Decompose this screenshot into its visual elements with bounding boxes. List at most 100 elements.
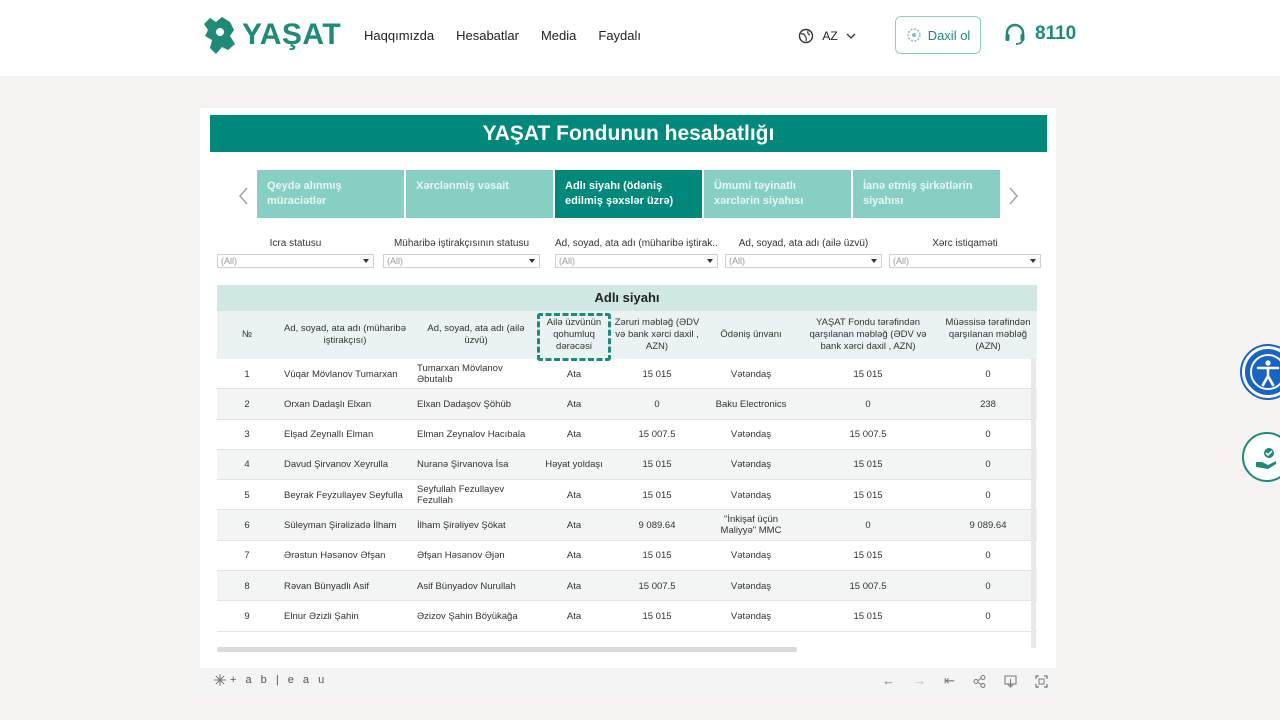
nav-item-media[interactable]: Media	[541, 28, 576, 43]
cell-payment-address: Vətəndaş	[730, 368, 772, 380]
revert-icon[interactable]: ⇤	[944, 673, 955, 689]
hotline-number: 8110	[1035, 23, 1077, 44]
asan-login-icon	[906, 28, 921, 42]
cell-veteran-name: Ərəstun Həsənov Əfşan	[284, 550, 386, 562]
filter-label: Xərc istiqaməti	[932, 238, 998, 249]
table-title: Adlı siyahı	[217, 285, 1037, 311]
filter-veteran-name: Ad, soyad, ata adı (müharibə iştirak... …	[555, 238, 718, 268]
accessibility-button[interactable]	[1242, 346, 1280, 398]
filter-dropdown[interactable]: (All)	[383, 254, 540, 268]
redo-icon[interactable]: →	[913, 673, 926, 689]
cell-company-amount: 0	[985, 489, 991, 501]
nav-item-useful[interactable]: Faydalı	[598, 28, 641, 43]
column-header-company-amount[interactable]: Müəssisə tərəfindən qarşılanan məbləğ (A…	[939, 311, 1037, 359]
tab-general-expenses[interactable]: Ümumi təyinatlı xərclərin siyahısı	[704, 170, 851, 218]
cell-number: 5	[244, 489, 250, 501]
cell-family-member-name: Tumarxan Mövlanov Əbutalıb	[417, 363, 503, 385]
language-selector[interactable]: AZ	[788, 20, 866, 52]
table-row[interactable]: 7 Ərəstun Həsənov Əfşan Əfşan Həsənov Əjən…	[217, 541, 1037, 572]
tableau-logo[interactable]: + a b | e a u	[214, 674, 327, 686]
cell-required-amount: 15 015	[642, 550, 672, 562]
tab-named-list[interactable]: Adlı siyahı (ödəniş edilmiş şəxslər üzrə…	[555, 170, 702, 218]
table-row[interactable]: 9 Elnur Əzizli Şahin Əzizov Şahin Böyükağa…	[217, 601, 1037, 632]
filter-dropdown[interactable]: (All)	[725, 254, 882, 268]
filter-dropdown[interactable]: (All)	[217, 254, 374, 268]
nav-item-about[interactable]: Haqqımızda	[364, 28, 434, 43]
helping-hand-icon	[1256, 448, 1276, 469]
table-row[interactable]: 8 Rəvan Bünyadlı Asif Asif Bünyadov Nurull…	[217, 571, 1037, 602]
filter-dropdown[interactable]: (All)	[555, 254, 718, 268]
cell-company-amount: 0	[985, 368, 991, 380]
cell-payment-address: Vətəndaş	[730, 429, 772, 441]
cell-fund-amount: 15 007.5	[849, 580, 887, 592]
cell-fund-amount: 15 015	[853, 550, 883, 562]
tabs-prev-arrow-icon[interactable]	[237, 186, 251, 206]
cell-number: 7	[244, 550, 250, 562]
report-tabs: Qeydə alınmış müraciətlər Xərclənmiş vəs…	[257, 170, 1000, 218]
support-chat-button[interactable]	[1242, 432, 1280, 482]
cell-fund-amount: 15 015	[853, 368, 883, 380]
login-label: Daxil ol	[927, 27, 971, 43]
cell-required-amount: 0	[654, 398, 660, 410]
cell-number: 2	[244, 398, 250, 410]
tab-registered-appeals[interactable]: Qeydə alınmış müraciətlər	[257, 170, 404, 218]
cell-relation: Həyat yoldaşı	[545, 459, 603, 471]
filter-label: Ad, soyad, ata adı (ailə üzvü)	[738, 238, 869, 249]
column-header-veteran-name[interactable]: Ad, soyad, ata adı (müharibə iştirakçısı…	[277, 311, 413, 359]
cell-required-amount: 15 015	[642, 368, 672, 380]
logo-text: YAŞAT	[242, 18, 342, 51]
cell-family-member-name: Əfşan Həsənov Əjən	[417, 550, 505, 562]
table-header: № Ad, soyad, ata adı (müharibə iştirakçı…	[217, 311, 1037, 361]
cell-required-amount: 9 089.64	[638, 519, 676, 531]
share-icon[interactable]	[973, 675, 986, 688]
tab-spent-funds[interactable]: Xərclənmiş vəsait	[406, 170, 553, 218]
login-button[interactable]: Daxil ol	[895, 16, 981, 54]
site-header: YAŞAT Haqqımızda Hesabatlar Media Faydal…	[0, 0, 1280, 76]
filter-label: İcra statusu	[269, 238, 322, 249]
tab-donor-companies[interactable]: İanə etmiş şirkətlərin siyahısı	[853, 170, 1000, 218]
site-logo[interactable]: YAŞAT	[200, 14, 341, 56]
filter-expense-direction: Xərc istiqaməti (All)	[889, 238, 1041, 268]
hotline[interactable]: 8110	[1003, 22, 1076, 46]
cell-fund-amount: 15 007.5	[849, 429, 887, 441]
cell-fund-amount: 15 015	[853, 610, 883, 622]
tableau-cross-icon	[214, 674, 226, 686]
undo-icon[interactable]: ←	[882, 673, 895, 689]
column-header-fund-amount[interactable]: YAŞAT Fondu tərəfindən qarşılanan məbləğ…	[797, 311, 939, 359]
column-header-family-member-name[interactable]: Ad, soyad, ata adı (ailə üzvü)	[413, 311, 539, 359]
azerbaijan-map-logo-icon	[204, 17, 235, 54]
dropdown-caret-icon	[529, 259, 535, 263]
cell-relation: Ata	[566, 610, 582, 622]
table-row[interactable]: 1 Vüqar Mövlanov Tumarxan Tumarxan Mövlano…	[217, 359, 1037, 390]
cell-payment-address: Vətəndaş	[730, 610, 772, 622]
nav-item-reports[interactable]: Hesabatlar	[456, 28, 519, 43]
download-icon[interactable]	[1004, 675, 1017, 688]
column-header-required-amount[interactable]: Zəruri məbləğ (ƏDV və bank xərci daxil ,…	[609, 311, 705, 359]
table-row[interactable]: 6 Süleyman Şirəlizadə İlham İlham Şirəliye…	[217, 510, 1037, 541]
table-row[interactable]: 4 Davud Şirvanov Xeyrulla Nuranə Şirvanova…	[217, 449, 1037, 481]
cell-relation: Ata	[566, 489, 582, 501]
column-header-number[interactable]: №	[217, 311, 277, 359]
filter-execution-status: İcra statusu (All)	[217, 238, 374, 268]
table-row[interactable]: 2 Orxan Dadaşlı Elxan Elxan Dadaşov Şöhüb A…	[217, 389, 1037, 420]
cell-veteran-name: Elnur Əzizli Şahin	[284, 610, 359, 622]
cell-veteran-name: Vüqar Mövlanov Tumarxan	[284, 368, 398, 380]
cell-veteran-name: Süleyman Şirəlizadə İlham	[284, 519, 397, 531]
dropdown-caret-icon	[707, 259, 713, 263]
table-row[interactable]: 5 Beyrak Feyzullayev Seyfulla Seyfullah Fe…	[217, 480, 1037, 511]
dropdown-caret-icon	[363, 259, 369, 263]
cell-company-amount: 0	[985, 459, 991, 471]
cell-payment-address: Vətəndaş	[730, 459, 772, 471]
horizontal-scrollbar[interactable]	[217, 647, 797, 652]
cell-family-member-name: Seyfullah Fezullayev Fezullah	[417, 484, 505, 507]
fullscreen-icon[interactable]	[1035, 675, 1048, 688]
filter-dropdown[interactable]: (All)	[889, 254, 1041, 268]
cell-veteran-name: Elşad Zeynallı Elman	[284, 429, 374, 441]
column-header-payment-address[interactable]: Ödəniş ünvanı	[705, 311, 797, 359]
vertical-scrollbar[interactable]	[1031, 358, 1036, 648]
cell-number: 9	[244, 610, 250, 622]
cell-required-amount: 15 007.5	[638, 429, 676, 441]
table-row[interactable]: 3 Elşad Zeynallı Elman Elman Zeynalov Hacı…	[217, 420, 1037, 450]
dropdown-caret-icon	[871, 259, 877, 263]
tabs-next-arrow-icon[interactable]	[1006, 186, 1020, 206]
